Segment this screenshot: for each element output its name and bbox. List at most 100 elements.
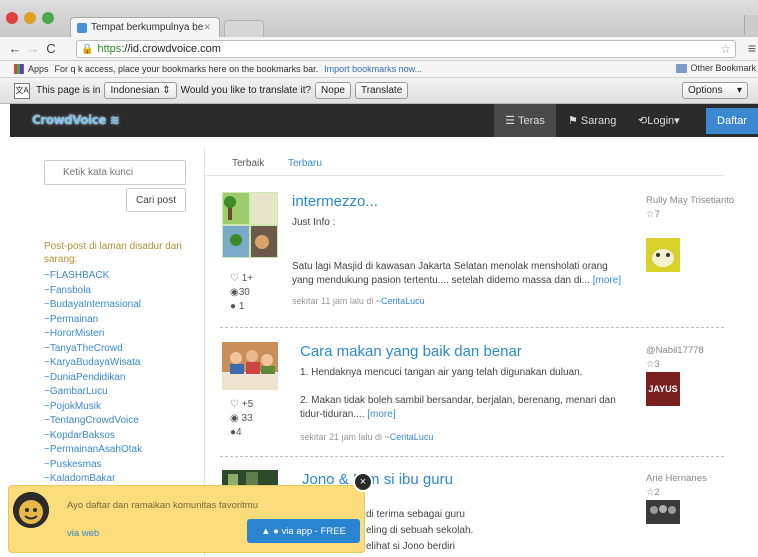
bookmarks-bar: Apps For q k access, place your bookmark…	[0, 61, 758, 78]
search-input[interactable]	[44, 160, 186, 185]
author-avatar[interactable]: JAYUS	[646, 372, 680, 406]
more-link[interactable]: [more]	[593, 275, 621, 286]
post-card: ♡ 1+ ◉30 ● 1 intermezzo... Just Info : S…	[222, 192, 734, 322]
post-category-link[interactable]: ~CeritaLucu	[376, 296, 425, 306]
comment-count[interactable]: ●4	[230, 426, 253, 440]
back-icon[interactable]: ←	[6, 41, 24, 56]
browser-menu-icon[interactable]: ≡	[748, 40, 756, 56]
sarang-item[interactable]: ~TentangCrowdVoice	[44, 414, 142, 429]
sarang-item[interactable]: ~PojokMusik	[44, 400, 142, 415]
via-web-link[interactable]: via web	[67, 528, 99, 539]
nav-teras[interactable]: ☰ Teras	[494, 104, 556, 137]
nav-sarang[interactable]: ⚑ Sarang	[558, 104, 626, 137]
browser-tab[interactable]: Tempat berkumpulnya be ✕	[70, 17, 220, 37]
post-category-link[interactable]: ~CeritaLucu	[385, 432, 434, 442]
post-body-line: eling di sebuah sekolah.	[366, 525, 474, 536]
nav-login-label: Login	[647, 114, 675, 127]
eye-icon: ◉	[230, 287, 239, 298]
author-info: Rully May Trisetianto ☆7	[646, 194, 736, 222]
options-label: Options	[688, 85, 723, 96]
new-tab-button[interactable]	[224, 20, 264, 37]
sarang-item[interactable]: ~FLASHBACK	[44, 269, 142, 284]
translate-bar: 文A This page is in Indonesian ⇕ Would yo…	[0, 78, 758, 104]
more-link[interactable]: [more]	[367, 409, 395, 420]
view-count: ◉ 33	[230, 412, 253, 426]
post-time: sekitar 11 jam lalu di	[292, 296, 376, 306]
sarang-item[interactable]: ~HororMisteri	[44, 327, 142, 342]
tab-title: Tempat berkumpulnya be	[91, 22, 204, 33]
bookmark-star-icon[interactable]: ☆	[720, 42, 731, 56]
author-stars: ☆3	[646, 358, 736, 372]
nav-sarang-label: Sarang	[580, 114, 617, 127]
nope-button[interactable]: Nope	[315, 82, 351, 99]
nav-login[interactable]: ⟲ Login ▾	[628, 104, 690, 137]
post-divider	[220, 456, 724, 457]
view-count: ◉30	[230, 286, 253, 300]
sarang-item[interactable]: ~KaryaBudayaWisata	[44, 356, 142, 371]
apple-icon: ●	[273, 525, 279, 537]
options-select[interactable]: Options ▾	[682, 82, 748, 99]
post-title[interactable]: Cara makan yang baik dan benar	[300, 343, 522, 360]
comment-icon: ●	[230, 301, 237, 312]
post-stats: ♡ 1+ ◉30 ● 1	[230, 272, 253, 314]
close-window-icon[interactable]	[6, 12, 18, 24]
mascot-avatar	[13, 492, 49, 528]
favicon-icon	[77, 22, 87, 33]
author-avatar[interactable]	[646, 238, 680, 272]
apps-link[interactable]: Apps	[28, 64, 49, 74]
import-bookmarks-link[interactable]: Import bookmarks now...	[324, 64, 422, 74]
other-bookmarks-label: Other Bookmark	[690, 63, 756, 73]
sarang-item[interactable]: ~DuniaPendidikan	[44, 371, 142, 386]
comment-count[interactable]: ● 1	[230, 300, 253, 314]
via-app-button[interactable]: ▲ ● via app - FREE	[247, 519, 360, 543]
minimize-window-icon[interactable]	[24, 12, 36, 24]
reload-icon[interactable]: C	[42, 41, 60, 56]
sarang-item[interactable]: ~TanyaTheCrowd	[44, 342, 142, 357]
bookmarks-hint: For q k access, place your bookmarks her…	[54, 64, 319, 74]
author-info: @Nabil17778 ☆3	[646, 344, 736, 372]
other-bookmarks[interactable]: Other Bookmark	[676, 63, 756, 73]
post-intro: 1. Hendaknya mencuci tangan air yang tel…	[300, 367, 583, 378]
like-count[interactable]: ♡ 1+	[230, 272, 253, 286]
sarang-item[interactable]: ~BudayaInternasional	[44, 298, 142, 313]
like-count[interactable]: ♡ +5	[230, 398, 253, 412]
view-value: 33	[241, 413, 253, 424]
post-body: Satu lagi Masjid di kawasan Jakarta Sela…	[292, 260, 622, 288]
dropdown-arrow-icon: ▾	[736, 85, 742, 96]
post-title[interactable]: intermezzo...	[292, 193, 378, 210]
author-avatar[interactable]	[646, 500, 680, 524]
signup-popup: Ayo daftar dan ramaikan komunitas favori…	[8, 485, 365, 553]
via-app-label: via app - FREE	[281, 525, 346, 537]
post-card: ♡ +5 ◉ 33 ●4 Cara makan yang baik dan be…	[222, 342, 722, 452]
post-intro: Just Info :	[292, 217, 336, 228]
sarang-item[interactable]: ~Puskesmas	[44, 458, 142, 473]
sarang-item[interactable]: ~GambarLucu	[44, 385, 142, 400]
zoom-window-icon[interactable]	[42, 12, 54, 24]
sarang-item[interactable]: ~KopdarBaksos	[44, 429, 142, 444]
popup-close-button[interactable]: ×	[353, 472, 373, 492]
author-name[interactable]: Rully May Trisetianto	[646, 194, 736, 208]
tab-close-icon[interactable]: ✕	[203, 22, 211, 33]
address-bar[interactable]: 🔒 https ://id.crowdvoice.com ☆	[76, 40, 736, 58]
sarang-item[interactable]: ~Permainan	[44, 313, 142, 328]
nav-daftar-button[interactable]: Daftar	[706, 108, 758, 134]
author-stars: ☆7	[646, 208, 736, 222]
search-button[interactable]: Cari post	[126, 188, 186, 212]
sarang-item[interactable]: ~Fansbola	[44, 284, 142, 299]
crowdvoice-logo[interactable]: CrowdVoice ≋	[32, 113, 120, 127]
comment-value: 4	[236, 427, 242, 438]
post-thumbnail[interactable]	[222, 342, 278, 390]
forward-icon[interactable]: →	[24, 41, 42, 56]
language-select[interactable]: Indonesian ⇕	[104, 82, 177, 99]
sarang-item[interactable]: ~PermainanAsahOtak	[44, 443, 142, 458]
tab-terbaik[interactable]: Terbaik	[232, 158, 264, 169]
tab-terbaru[interactable]: Terbaru	[288, 158, 322, 169]
translate-button[interactable]: Translate	[354, 82, 409, 99]
flag-icon: ⚑	[568, 115, 581, 127]
author-name[interactable]: Arie Hernanes	[646, 472, 736, 486]
star-icon: ☆	[646, 487, 655, 498]
apps-icon[interactable]	[14, 64, 24, 74]
post-thumbnail[interactable]	[222, 192, 278, 258]
window-menu-button[interactable]	[744, 15, 758, 35]
author-name[interactable]: @Nabil17778	[646, 344, 736, 358]
